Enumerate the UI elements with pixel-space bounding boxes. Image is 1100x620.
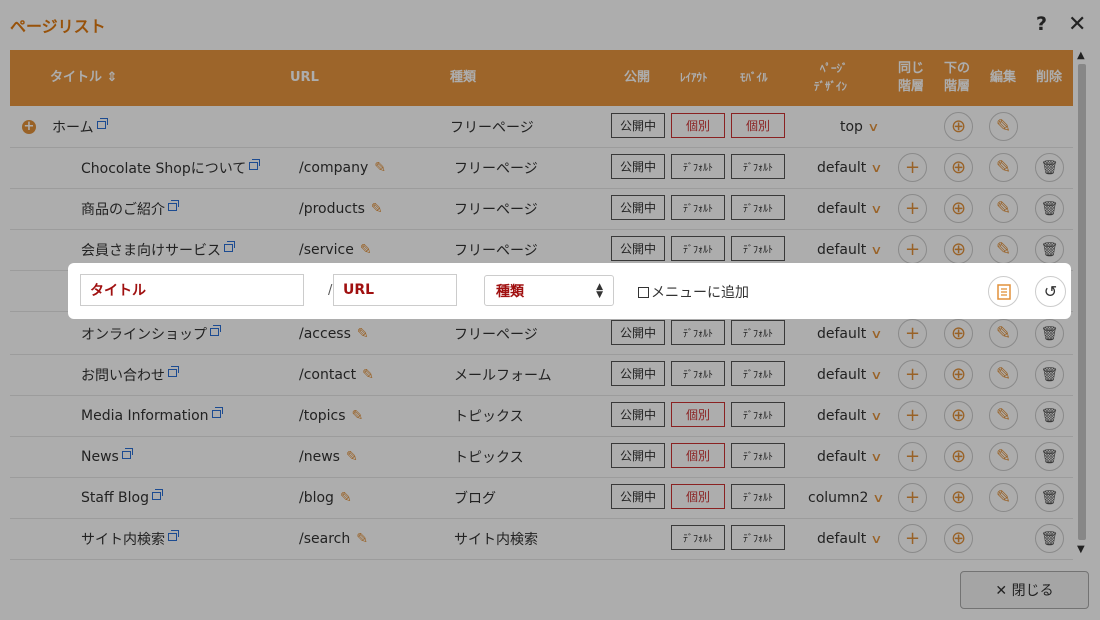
add-to-menu-checkbox[interactable]: メニューに追加: [638, 282, 749, 302]
select-arrows-icon: ▲ ▼: [596, 282, 603, 300]
reset-button[interactable]: ↺: [1035, 276, 1066, 307]
undo-icon: ↺: [1043, 282, 1058, 301]
checkbox-icon[interactable]: [638, 286, 649, 298]
document-icon: [996, 283, 1011, 300]
title-input[interactable]: タイトル: [80, 274, 304, 306]
save-button[interactable]: [988, 276, 1019, 307]
type-select[interactable]: 種類 ▲ ▼: [484, 275, 614, 306]
checkbox-label: メニューに追加: [651, 285, 749, 301]
type-select-value: 種類: [496, 283, 524, 300]
url-input[interactable]: URL: [333, 274, 457, 306]
url-slash: /: [328, 283, 333, 298]
new-page-form: タイトル / URL 種類 ▲ ▼ メニューに追加 ↺: [68, 263, 1071, 319]
